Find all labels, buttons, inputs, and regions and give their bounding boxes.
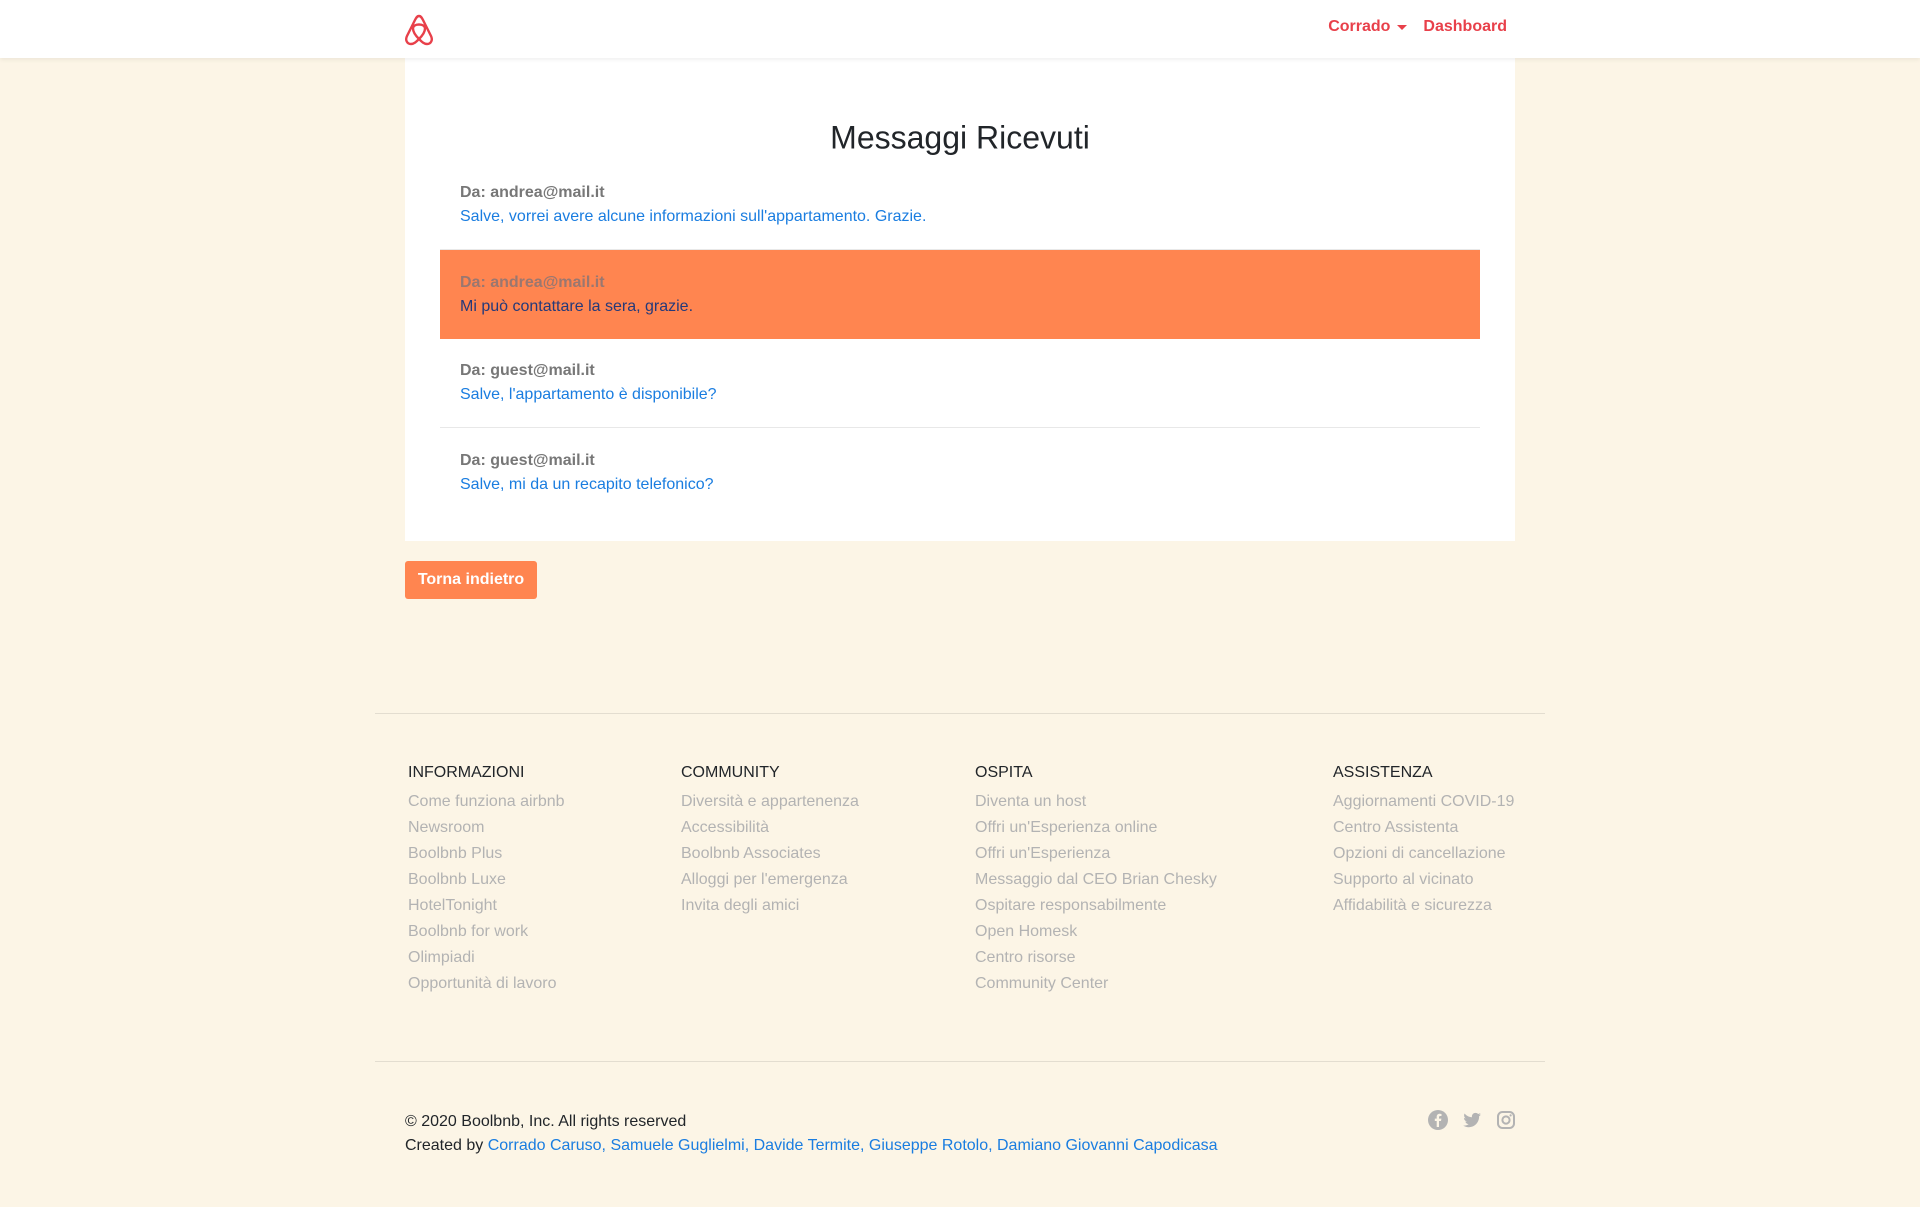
footer-link[interactable]: Offri un'Esperienza online (975, 815, 1217, 841)
footer-link[interactable]: Come funziona airbnb (408, 789, 565, 815)
footer-link[interactable]: Community Center (975, 971, 1217, 997)
page-title: Messaggi Ricevuti (830, 119, 1090, 156)
message-text[interactable]: Salve, mi da un recapito telefonico? (460, 473, 1460, 497)
footer-divider (375, 1061, 1545, 1062)
chevron-down-icon[interactable] (1397, 24, 1408, 30)
footer-link[interactable]: Opzioni di cancellazione (1333, 841, 1514, 867)
footer-link[interactable]: Boolbnb Plus (408, 841, 565, 867)
twitter-icon[interactable] (1461, 1109, 1483, 1131)
footer-link[interactable]: Accessibilità (681, 815, 859, 841)
footer-link[interactable]: Centro risorse (975, 945, 1217, 971)
message-sender: Da: guest@mail.it (460, 362, 595, 379)
message-item[interactable]: Da: guest@mail.it Salve, l'appartamento … (440, 339, 1480, 428)
dashboard-link[interactable]: Dashboard (1423, 18, 1507, 36)
author-link[interactable]: Samuele Guglielmi (610, 1137, 744, 1154)
facebook-icon[interactable] (1427, 1109, 1449, 1131)
message-item-selected[interactable]: Da: andrea@mail.it Mi può contattare la … (440, 250, 1480, 339)
footer-link[interactable]: Boolbnb for work (408, 919, 565, 945)
footer-link[interactable]: HotelTonight (408, 893, 565, 919)
footer-divider (375, 713, 1545, 714)
footer-link[interactable]: Messaggio dal CEO Brian Chesky (975, 867, 1217, 893)
message-sender: Da: andrea@mail.it (460, 273, 605, 291)
user-menu[interactable]: Corrado (1328, 18, 1408, 36)
footer-link[interactable]: Boolbnb Luxe (408, 867, 565, 893)
footer-link[interactable]: Diventa un host (975, 789, 1217, 815)
messages-card: Messaggi Ricevuti Da: andrea@mail.it Sal… (405, 58, 1515, 541)
footer-link[interactable]: Newsroom (408, 815, 565, 841)
footer-link[interactable]: Diversità e appartenenza (681, 789, 859, 815)
message-sender: Da: andrea@mail.it (460, 184, 605, 201)
author-link[interactable]: Giuseppe Rotolo (869, 1137, 988, 1154)
footer-link[interactable]: Aggiornamenti COVID-19 (1333, 789, 1514, 815)
back-button[interactable]: Torna indietro (405, 561, 537, 599)
footer-column-title: COMMUNITY (681, 764, 780, 781)
footer-link[interactable]: Offri un'Esperienza (975, 841, 1217, 867)
airbnb-logo-icon[interactable] (403, 13, 435, 46)
footer-link[interactable]: Alloggi per l'emergenza (681, 867, 859, 893)
footer-column-title: OSPITA (975, 764, 1033, 781)
footer-column-title: INFORMAZIONI (408, 764, 525, 781)
author-link[interactable]: Corrado Caruso (488, 1137, 602, 1154)
footer-link[interactable]: Invita degli amici (681, 893, 859, 919)
navbar: Corrado Dashboard (0, 0, 1920, 58)
footer-link[interactable]: Opportunità di lavoro (408, 971, 565, 997)
message-item[interactable]: Da: guest@mail.it Salve, mi da un recapi… (440, 428, 1480, 517)
footer-column-ospita: OSPITA Diventa un host Offri un'Esperien… (975, 762, 1217, 997)
footer-link[interactable]: Olimpiadi (408, 945, 565, 971)
message-text[interactable]: Mi può contattare la sera, grazie. (460, 295, 1460, 319)
footer-column-assistenza: ASSISTENZA Aggiornamenti COVID-19 Centro… (1333, 762, 1514, 919)
footer-link[interactable]: Centro Assistenta (1333, 815, 1514, 841)
footer-link[interactable]: Ospitare responsabilmente (975, 893, 1217, 919)
credits-line: Created by Corrado Caruso, Samuele Gugli… (405, 1137, 1218, 1154)
message-text[interactable]: Salve, l'appartamento è disponibile? (460, 383, 1460, 407)
message-text[interactable]: Salve, vorrei avere alcune informazioni … (460, 205, 1460, 229)
copyright-text: © 2020 Boolbnb, Inc. All rights reserved (405, 1113, 687, 1130)
author-link[interactable]: Davide Termite (754, 1137, 860, 1154)
instagram-icon[interactable] (1495, 1109, 1517, 1131)
author-link[interactable]: Damiano Giovanni Capodicasa (997, 1137, 1218, 1154)
message-sender: Da: guest@mail.it (460, 451, 595, 469)
footer-link[interactable]: Boolbnb Associates (681, 841, 859, 867)
footer-column-community: COMMUNITY Diversità e appartenenza Acces… (681, 762, 859, 919)
footer-column-informazioni: INFORMAZIONI Come funziona airbnb Newsro… (408, 762, 565, 997)
user-name[interactable]: Corrado (1328, 18, 1390, 36)
message-list: Da: andrea@mail.it Salve, vorrei avere a… (440, 161, 1480, 517)
footer-link[interactable]: Supporto al vicinato (1333, 867, 1514, 893)
created-by-label: Created by (405, 1137, 484, 1154)
footer-link[interactable]: Affidabilità e sicurezza (1333, 893, 1514, 919)
footer-column-title: ASSISTENZA (1333, 764, 1433, 781)
footer-link[interactable]: Open Homesk (975, 919, 1217, 945)
message-item[interactable]: Da: andrea@mail.it Salve, vorrei avere a… (440, 161, 1480, 250)
